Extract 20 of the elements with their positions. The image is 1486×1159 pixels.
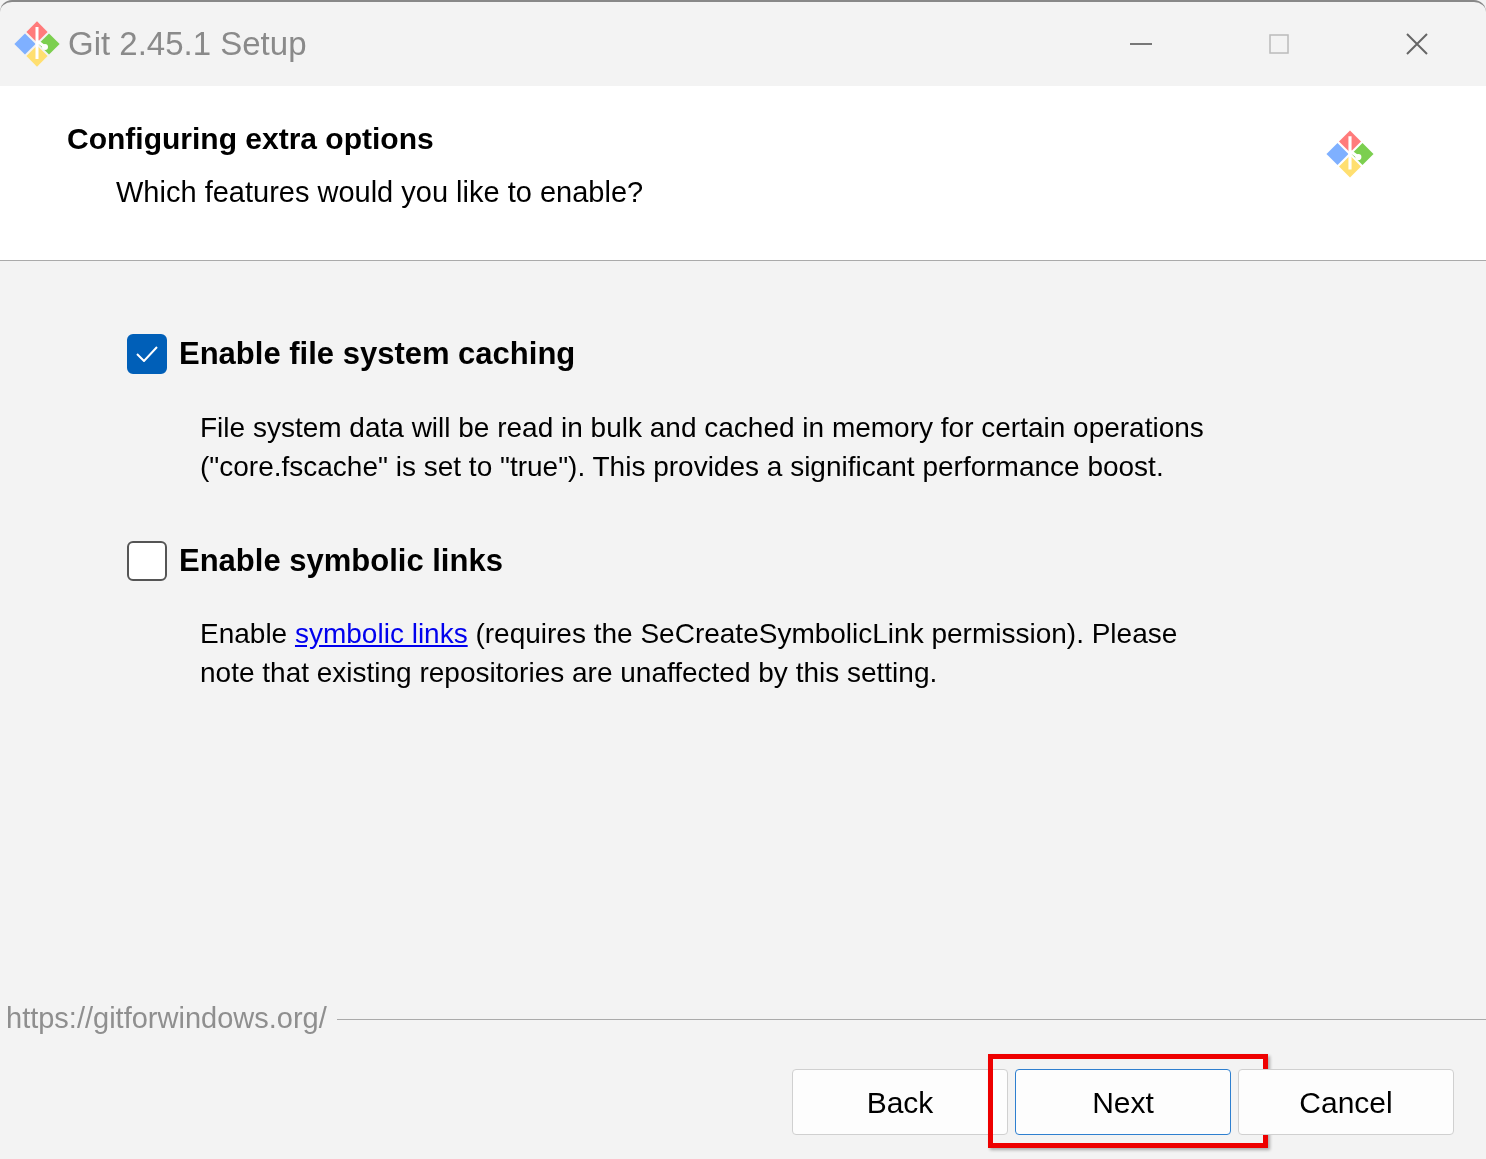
checkbox[interactable] xyxy=(127,334,167,375)
dialog-button[interactable]: Back xyxy=(792,1069,1008,1135)
link[interactable]: symbolic links xyxy=(294,618,468,649)
checkmark-icon xyxy=(136,346,158,363)
window-title: Git 2.45.1 Setup xyxy=(68,24,307,65)
minimize-icon xyxy=(1130,43,1152,45)
page-title: Configuring extra options xyxy=(67,121,435,157)
git-logo-icon xyxy=(12,19,62,69)
option-description: Enable symbolic links (requires the SeCreateSymbolicLink permission). Please note that existing repositories are unaffected by this setting. xyxy=(200,617,1179,690)
option-label[interactable]: Enable symbolic links xyxy=(179,537,503,584)
close-icon xyxy=(1406,33,1428,55)
website-url: https://gitforwindows.org/ xyxy=(6,1001,327,1037)
dialog-button[interactable]: Cancel xyxy=(1238,1069,1454,1135)
git-logo-icon xyxy=(1324,128,1376,180)
option-label[interactable]: Enable file system caching xyxy=(179,331,576,378)
dialog-button[interactable]: Next xyxy=(1015,1069,1231,1135)
checkbox[interactable] xyxy=(127,540,167,581)
option-description: File system data will be read in bulk and cached in memory for certain operations ("core.fscache" is set to "true"). This provides a significant performance boost. xyxy=(200,410,1205,484)
page-subtitle: Which features would you like to enable? xyxy=(116,175,644,210)
maximize-icon xyxy=(1269,34,1289,54)
